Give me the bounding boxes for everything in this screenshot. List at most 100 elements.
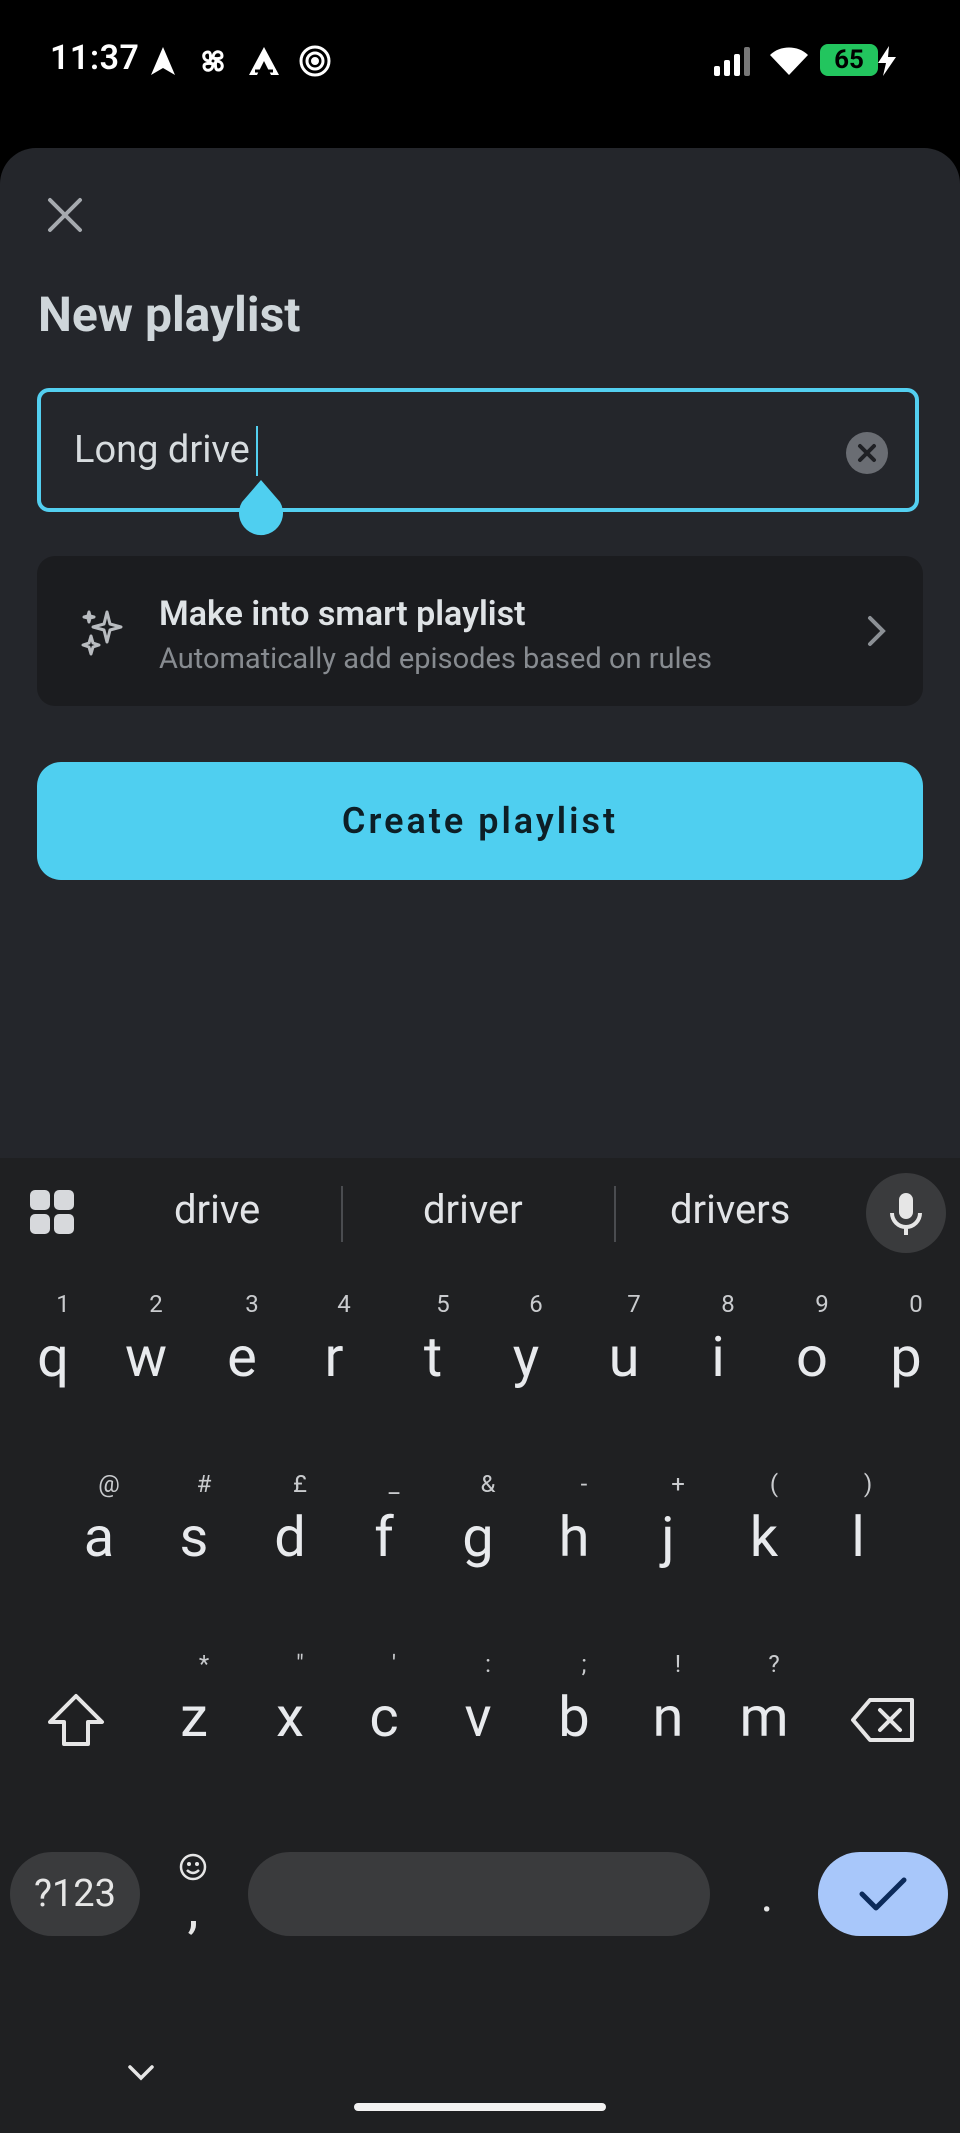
key-hint: 4 <box>337 1290 351 1318</box>
key-hint: @ <box>98 1470 120 1498</box>
key-hint: - <box>580 1470 588 1498</box>
suggestion-3[interactable]: drivers <box>670 1186 790 1233</box>
key-label: n <box>652 1684 684 1750</box>
key-t[interactable]: 5t <box>393 1290 473 1400</box>
clear-text-button[interactable] <box>846 432 888 474</box>
key-label: b <box>558 1684 590 1750</box>
sparkles-icon <box>81 610 123 656</box>
page-title: New playlist <box>38 286 301 343</box>
suggestion-1[interactable]: drive <box>174 1186 260 1233</box>
key-label: f <box>374 1504 394 1570</box>
key-hint: 5 <box>436 1290 450 1318</box>
key-label: r <box>324 1324 344 1390</box>
backspace-icon[interactable] <box>850 1696 916 1744</box>
playlist-name-value[interactable]: Long drive <box>74 428 250 472</box>
key-label: q <box>37 1324 69 1390</box>
key-v[interactable]: :v <box>438 1650 518 1760</box>
key-z[interactable]: * z <box>154 1650 234 1760</box>
key-w[interactable]: 2w <box>106 1290 186 1400</box>
suggestion-divider <box>341 1186 343 1242</box>
home-indicator[interactable] <box>354 2103 606 2111</box>
symbols-key[interactable]: ?123 <box>10 1852 140 1936</box>
key-label: v <box>464 1684 492 1750</box>
key-label: k <box>749 1504 779 1570</box>
key-label: m <box>739 1684 789 1750</box>
key-p[interactable]: 0p <box>866 1290 946 1400</box>
key-j[interactable]: + j <box>628 1470 708 1580</box>
key-hint: : <box>485 1650 491 1678</box>
key-hint: 6 <box>529 1290 543 1318</box>
navigation-arrow-icon <box>151 47 175 75</box>
key-label: e <box>227 1324 257 1390</box>
hide-keyboard-icon[interactable] <box>124 2062 158 2084</box>
key-label: c <box>369 1684 399 1750</box>
key-q[interactable]: 1q <box>13 1290 93 1400</box>
key-label: a <box>83 1504 115 1570</box>
key-label: t <box>423 1324 443 1390</box>
chevron-right-icon <box>868 616 886 646</box>
key-hint: £ <box>293 1470 307 1498</box>
cursor-handle[interactable] <box>236 480 286 538</box>
key-hint: 1 <box>56 1290 70 1318</box>
create-playlist-button[interactable]: Create playlist <box>37 762 923 880</box>
key-label: w <box>124 1324 168 1390</box>
key-hint: ; <box>581 1650 587 1678</box>
key-a[interactable]: @ a <box>59 1470 139 1580</box>
key-hint: * <box>198 1650 210 1678</box>
comma-key[interactable]: , <box>178 1880 208 1936</box>
spiral-icon <box>299 45 331 77</box>
pinwheel-icon <box>202 50 224 72</box>
key-label: y <box>512 1324 540 1390</box>
key-hint: _ <box>388 1470 400 1498</box>
key-e[interactable]: 3e <box>202 1290 282 1400</box>
shift-icon[interactable] <box>44 1692 108 1748</box>
key-hint: + <box>671 1470 685 1498</box>
key-label: p <box>890 1324 922 1390</box>
charging-icon <box>878 46 896 76</box>
key-c[interactable]: ' c <box>344 1650 424 1760</box>
key-r[interactable]: 4r <box>294 1290 374 1400</box>
mic-button[interactable] <box>866 1173 946 1253</box>
key-l[interactable]: ) l <box>818 1470 898 1580</box>
mic-icon <box>890 1193 922 1235</box>
text-cursor <box>256 426 258 476</box>
key-i[interactable]: 8i <box>678 1290 758 1400</box>
key-y[interactable]: 6y <box>486 1290 566 1400</box>
signal-icon <box>714 47 750 76</box>
wifi-icon <box>770 47 808 75</box>
key-f[interactable]: _ f <box>344 1470 424 1580</box>
period-key[interactable]: . <box>752 1866 782 1923</box>
key-label: j <box>661 1504 675 1570</box>
key-o[interactable]: 9o <box>772 1290 852 1400</box>
suggestion-2[interactable]: driver <box>423 1186 523 1233</box>
key-label: s <box>179 1504 209 1570</box>
smart-playlist-subtitle: Automatically add episodes based on rule… <box>159 642 712 676</box>
key-s[interactable]: # s <box>154 1470 234 1580</box>
key-hint: # <box>196 1470 212 1498</box>
key-k[interactable]: (k <box>724 1470 804 1580</box>
key-label: l <box>851 1504 865 1570</box>
key-b[interactable]: ; b <box>534 1650 614 1760</box>
space-key[interactable] <box>248 1852 710 1936</box>
key-d[interactable]: £ d <box>250 1470 330 1580</box>
enter-key[interactable] <box>818 1852 948 1936</box>
key-hint: " <box>296 1650 304 1678</box>
key-hint: ' <box>391 1650 397 1678</box>
key-hint: ( <box>769 1470 779 1498</box>
key-hint: 9 <box>815 1290 829 1318</box>
clear-icon <box>858 444 876 462</box>
key-m[interactable]: ? m <box>724 1650 804 1760</box>
key-label: u <box>608 1324 640 1390</box>
apps-grid-icon[interactable] <box>28 1188 76 1236</box>
key-label: i <box>711 1324 725 1390</box>
key-g[interactable]: & g <box>438 1470 518 1580</box>
close-icon[interactable] <box>40 190 90 240</box>
suggestion-divider <box>614 1186 616 1242</box>
key-u[interactable]: 7u <box>584 1290 664 1400</box>
key-n[interactable]: ! n <box>628 1650 708 1760</box>
check-icon <box>859 1877 907 1911</box>
key-hint: ? <box>768 1650 780 1678</box>
key-label: z <box>180 1684 208 1750</box>
key-h[interactable]: -h <box>534 1470 614 1580</box>
key-x[interactable]: " x <box>250 1650 330 1760</box>
